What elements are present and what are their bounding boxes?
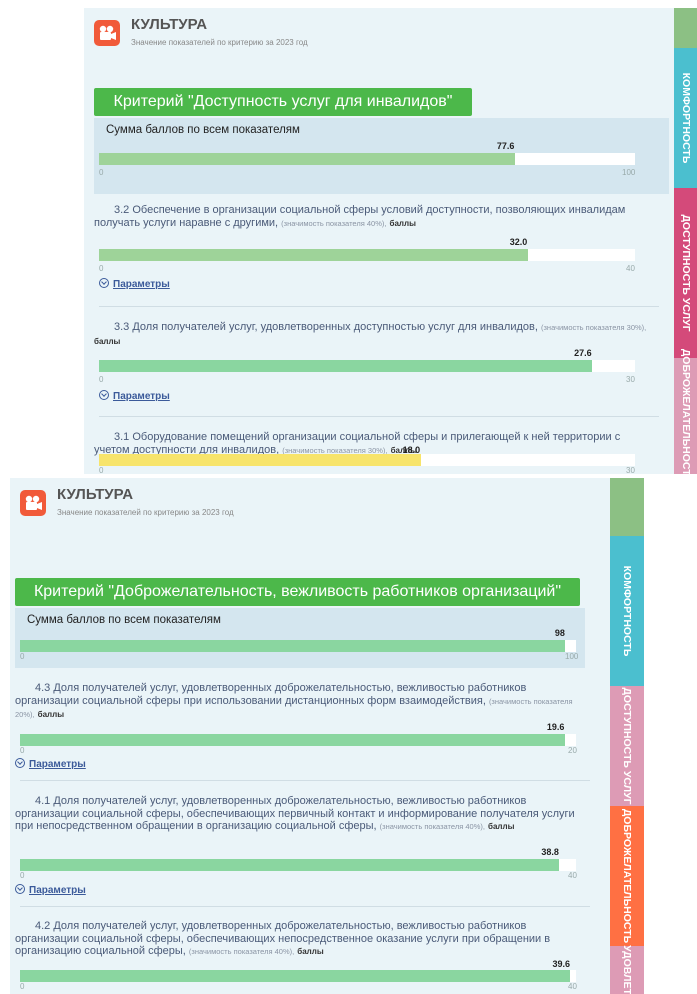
indicator-value: 19.6 <box>546 722 565 732</box>
axis-max: 40 <box>568 871 577 880</box>
summary-block: Сумма баллов по всем показателям 77.6 0 … <box>94 118 669 194</box>
indicator-value: 27.6 <box>574 348 592 358</box>
tab-accessibility[interactable]: ДОСТУПНОСТЬ УСЛУГ <box>610 686 644 806</box>
axis-min: 0 <box>99 466 104 474</box>
summary-value: 98 <box>554 628 565 638</box>
summary-bar-track <box>99 153 635 165</box>
indicator-label: 4.3 Доля получателей услуг, удовлетворен… <box>15 682 527 707</box>
indicator-bar-fill <box>99 249 528 261</box>
indicator-text-3-2: 3.2 Обеспечение в организации социальной… <box>94 204 654 230</box>
summary-label: Сумма баллов по всем показателям <box>27 614 221 626</box>
criterion-panel-accessibility: КУЛЬТУРА Значение показателей по критери… <box>84 8 674 474</box>
axis-max: 30 <box>626 466 635 474</box>
axis-max: 100 <box>622 168 636 177</box>
summary-bar-fill <box>20 640 565 652</box>
indicator-text-3-3: 3.3 Доля получателей услуг, удовлетворен… <box>94 321 654 348</box>
indicator-value: 38.8 <box>541 847 559 857</box>
criterion-title: Критерий "Доступность услуг для инвалидо… <box>94 88 472 116</box>
indicator-bar-fill <box>99 360 593 372</box>
indicator-unit: баллы <box>389 218 416 228</box>
axis-min: 0 <box>20 746 25 755</box>
divider <box>20 906 590 907</box>
indicator-bar-fill <box>99 454 421 466</box>
page-title: КУЛЬТУРА <box>131 16 208 33</box>
params-toggle[interactable]: Параметры <box>15 884 86 896</box>
criterion-title: Критерий "Доброжелательность, вежливость… <box>15 578 580 606</box>
indicator-value: 32.0 <box>509 237 528 247</box>
indicator-bar-track <box>20 859 576 871</box>
params-toggle[interactable]: Параметры <box>15 758 86 770</box>
page-subtitle: Значение показателей по критерию за 2023… <box>131 38 308 47</box>
params-toggle-label: Параметры <box>29 759 86 770</box>
axis-max: 20 <box>568 746 577 755</box>
summary-label: Сумма баллов по всем показателям <box>106 124 300 136</box>
tab-goodwill[interactable]: ДОБРОЖЕЛАТЕЛЬНОСТЬ <box>674 349 697 474</box>
summary-bar-fill <box>99 153 515 165</box>
criterion-panel-goodwill: КУЛЬТУРА Значение показателей по критери… <box>10 478 610 994</box>
criteria-tabs: КОМФОРТНОСТЬ ДОСТУПНОСТЬ УСЛУГ ДОБРОЖЕЛА… <box>674 8 697 474</box>
axis-max: 100 <box>565 652 579 661</box>
axis-max: 30 <box>626 375 635 384</box>
axis-max: 40 <box>568 982 577 991</box>
indicator-bar-track <box>99 454 635 466</box>
indicator-value: 39.6 <box>552 959 570 969</box>
camera-icon <box>94 20 120 46</box>
indicator-weight: (значимость показателя 40%), <box>188 947 295 956</box>
indicator-bar-track <box>99 249 635 261</box>
chevron-down-circle-icon <box>99 278 109 288</box>
page-title: КУЛЬТУРА <box>57 486 134 503</box>
indicator-unit: баллы <box>488 822 515 831</box>
indicator-label: 3.3 Доля получателей услуг, удовлетворен… <box>114 321 538 333</box>
axis-min: 0 <box>99 264 104 273</box>
indicator-bar-fill <box>20 970 571 982</box>
indicator-bar-fill <box>20 859 560 871</box>
params-toggle[interactable]: Параметры <box>99 390 170 402</box>
params-toggle-label: Параметры <box>113 279 170 290</box>
tab-accessibility[interactable]: ДОСТУПНОСТЬ УСЛУГ <box>674 188 697 358</box>
camera-icon <box>20 490 46 516</box>
axis-min: 0 <box>99 168 104 177</box>
indicator-text-4-1: 4.1 Доля получателей услуг, удовлетворен… <box>15 795 585 834</box>
params-toggle-label: Параметры <box>113 391 170 402</box>
criteria-tabs: КОМФОРТНОСТЬ ДОСТУПНОСТЬ УСЛУГ ДОБРОЖЕЛА… <box>610 478 644 994</box>
params-toggle[interactable]: Параметры <box>99 278 170 290</box>
indicator-bar-track <box>20 734 576 746</box>
summary-block: Сумма баллов по всем показателям 98 0 10… <box>15 608 585 668</box>
axis-min: 0 <box>20 652 25 661</box>
params-toggle-label: Параметры <box>29 885 86 896</box>
chevron-down-circle-icon <box>15 758 25 768</box>
summary-bar-track <box>20 640 576 652</box>
indicator-weight: (значимость показателя 40%), <box>379 822 485 831</box>
tab-top-partial[interactable] <box>610 478 644 536</box>
indicator-bar-fill <box>20 734 565 746</box>
indicator-unit: баллы <box>297 947 324 956</box>
indicator-bar-track <box>20 970 576 982</box>
axis-max: 40 <box>626 264 635 273</box>
tab-comfort[interactable]: КОМФОРТНОСТЬ <box>610 536 644 686</box>
axis-min: 0 <box>20 982 25 991</box>
indicator-text-4-3: 4.3 Доля получателей услуг, удовлетворен… <box>15 682 585 722</box>
indicator-unit: баллы <box>94 336 121 346</box>
axis-min: 0 <box>20 871 25 880</box>
tab-comfort[interactable]: КОМФОРТНОСТЬ <box>674 48 697 188</box>
tab-goodwill[interactable]: ДОБРОЖЕЛАТЕЛЬНОСТЬ <box>610 806 644 946</box>
chevron-down-circle-icon <box>99 390 109 400</box>
indicator-weight: (значимость показателя 30%), <box>540 323 647 332</box>
tab-satisfaction[interactable]: УДОВЛЕТ <box>610 945 644 994</box>
divider <box>20 780 590 781</box>
tab-top-partial[interactable] <box>674 8 697 48</box>
summary-value: 77.6 <box>496 141 515 151</box>
indicator-bar-track <box>99 360 635 372</box>
divider <box>99 416 659 417</box>
divider <box>99 306 659 307</box>
indicator-text-4-2: 4.2 Доля получателей услуг, удовлетворен… <box>15 920 585 959</box>
page-subtitle: Значение показателей по критерию за 2023… <box>57 508 234 517</box>
indicator-unit: баллы <box>37 710 65 719</box>
indicator-weight: (значимость показателя 40%), <box>281 218 387 228</box>
chevron-down-circle-icon <box>15 884 25 894</box>
axis-min: 0 <box>99 375 104 384</box>
